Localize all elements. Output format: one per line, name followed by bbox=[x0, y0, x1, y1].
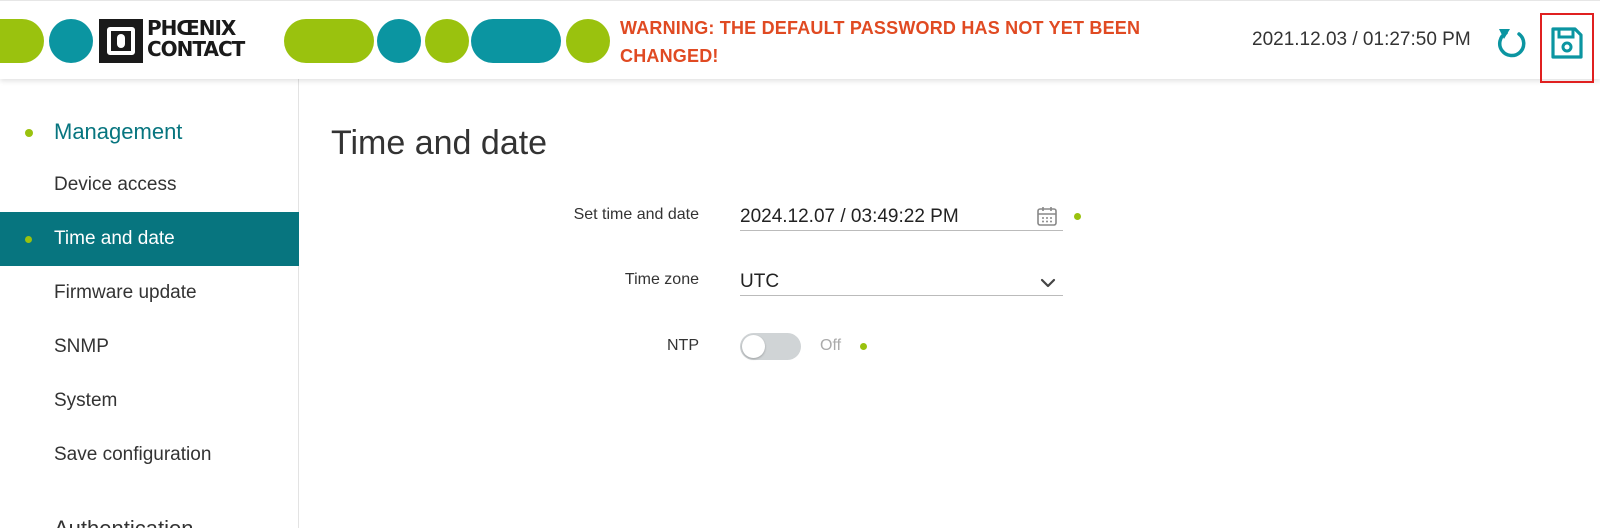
logo-text-line1: PHŒNIX bbox=[147, 16, 236, 40]
save-button[interactable] bbox=[1540, 13, 1594, 83]
sidebar-item-snmp[interactable]: SNMP bbox=[0, 320, 299, 374]
ntp-state: Off bbox=[820, 337, 842, 354]
time-zone-select[interactable]: UTC bbox=[740, 268, 1063, 296]
sidebar-item-device-access[interactable]: Device access bbox=[0, 158, 299, 212]
sidebar-item-system[interactable]: System bbox=[0, 374, 299, 428]
ntp-toggle[interactable] bbox=[740, 333, 801, 360]
brand-shape bbox=[0, 19, 44, 63]
sidebar-item-label: SNMP bbox=[54, 336, 109, 357]
sidebar-item-save-configuration[interactable]: Save configuration bbox=[0, 428, 299, 482]
logo-mark-icon bbox=[99, 19, 143, 63]
page-title: Time and date bbox=[331, 124, 548, 162]
sidebar-group-management[interactable]: Management bbox=[0, 111, 299, 151]
logo-text-line2: CONTACT bbox=[147, 37, 245, 61]
sidebar-item-time-and-date[interactable]: Time and date bbox=[0, 212, 299, 266]
ntp-status-dot bbox=[860, 343, 867, 350]
brand-shape bbox=[49, 19, 93, 63]
sidebar-item-label: Firmware update bbox=[54, 282, 197, 303]
sidebar-group-authentication[interactable]: Authentication bbox=[54, 516, 193, 528]
brand-shape bbox=[471, 19, 561, 63]
time-zone-label: Time zone bbox=[624, 271, 699, 288]
sidebar-item-label: System bbox=[54, 390, 118, 411]
brand-shape bbox=[566, 19, 610, 63]
set-time-label: Set time and date bbox=[573, 206, 699, 223]
sidebar-item-label: Time and date bbox=[54, 228, 175, 249]
calendar-icon[interactable] bbox=[1036, 205, 1058, 232]
toggle-knob bbox=[742, 335, 765, 358]
chevron-down-icon bbox=[1038, 273, 1058, 298]
ntp-label: NTP bbox=[667, 337, 699, 354]
sidebar-group-label: Management bbox=[54, 119, 183, 144]
default-password-warning: WARNING: THE DEFAULT PASSWORD HAS NOT YE… bbox=[620, 18, 1141, 66]
brand-shape bbox=[284, 19, 374, 63]
phoenix-contact-logo: PHŒNIX CONTACT bbox=[99, 16, 277, 63]
time-zone-value: UTC bbox=[740, 271, 780, 292]
reload-button[interactable] bbox=[1494, 25, 1530, 61]
bullet-icon bbox=[25, 236, 32, 243]
device-clock: 2021.12.03 / 01:27:50 PM bbox=[1252, 29, 1471, 50]
sidebar-item-label: Device access bbox=[54, 174, 177, 195]
set-time-date-field[interactable]: 2024.12.07 / 03:49:22 PM bbox=[740, 203, 1063, 231]
sidebar-item-label: Save configuration bbox=[54, 444, 212, 465]
sidebar: Management Device access Time and date F… bbox=[0, 79, 299, 528]
brand-shape bbox=[425, 19, 469, 63]
bullet-icon bbox=[25, 129, 33, 137]
sidebar-item-firmware-update[interactable]: Firmware update bbox=[0, 266, 299, 320]
top-header: PHŒNIX CONTACT WARNING: THE DEFAULT PASS… bbox=[0, 0, 1600, 83]
reload-icon bbox=[1498, 29, 1526, 58]
brand-shape bbox=[377, 19, 421, 63]
set-time-status-dot bbox=[1074, 213, 1081, 220]
save-icon bbox=[1551, 27, 1583, 59]
set-time-date-value: 2024.12.07 / 03:49:22 PM bbox=[740, 206, 959, 227]
